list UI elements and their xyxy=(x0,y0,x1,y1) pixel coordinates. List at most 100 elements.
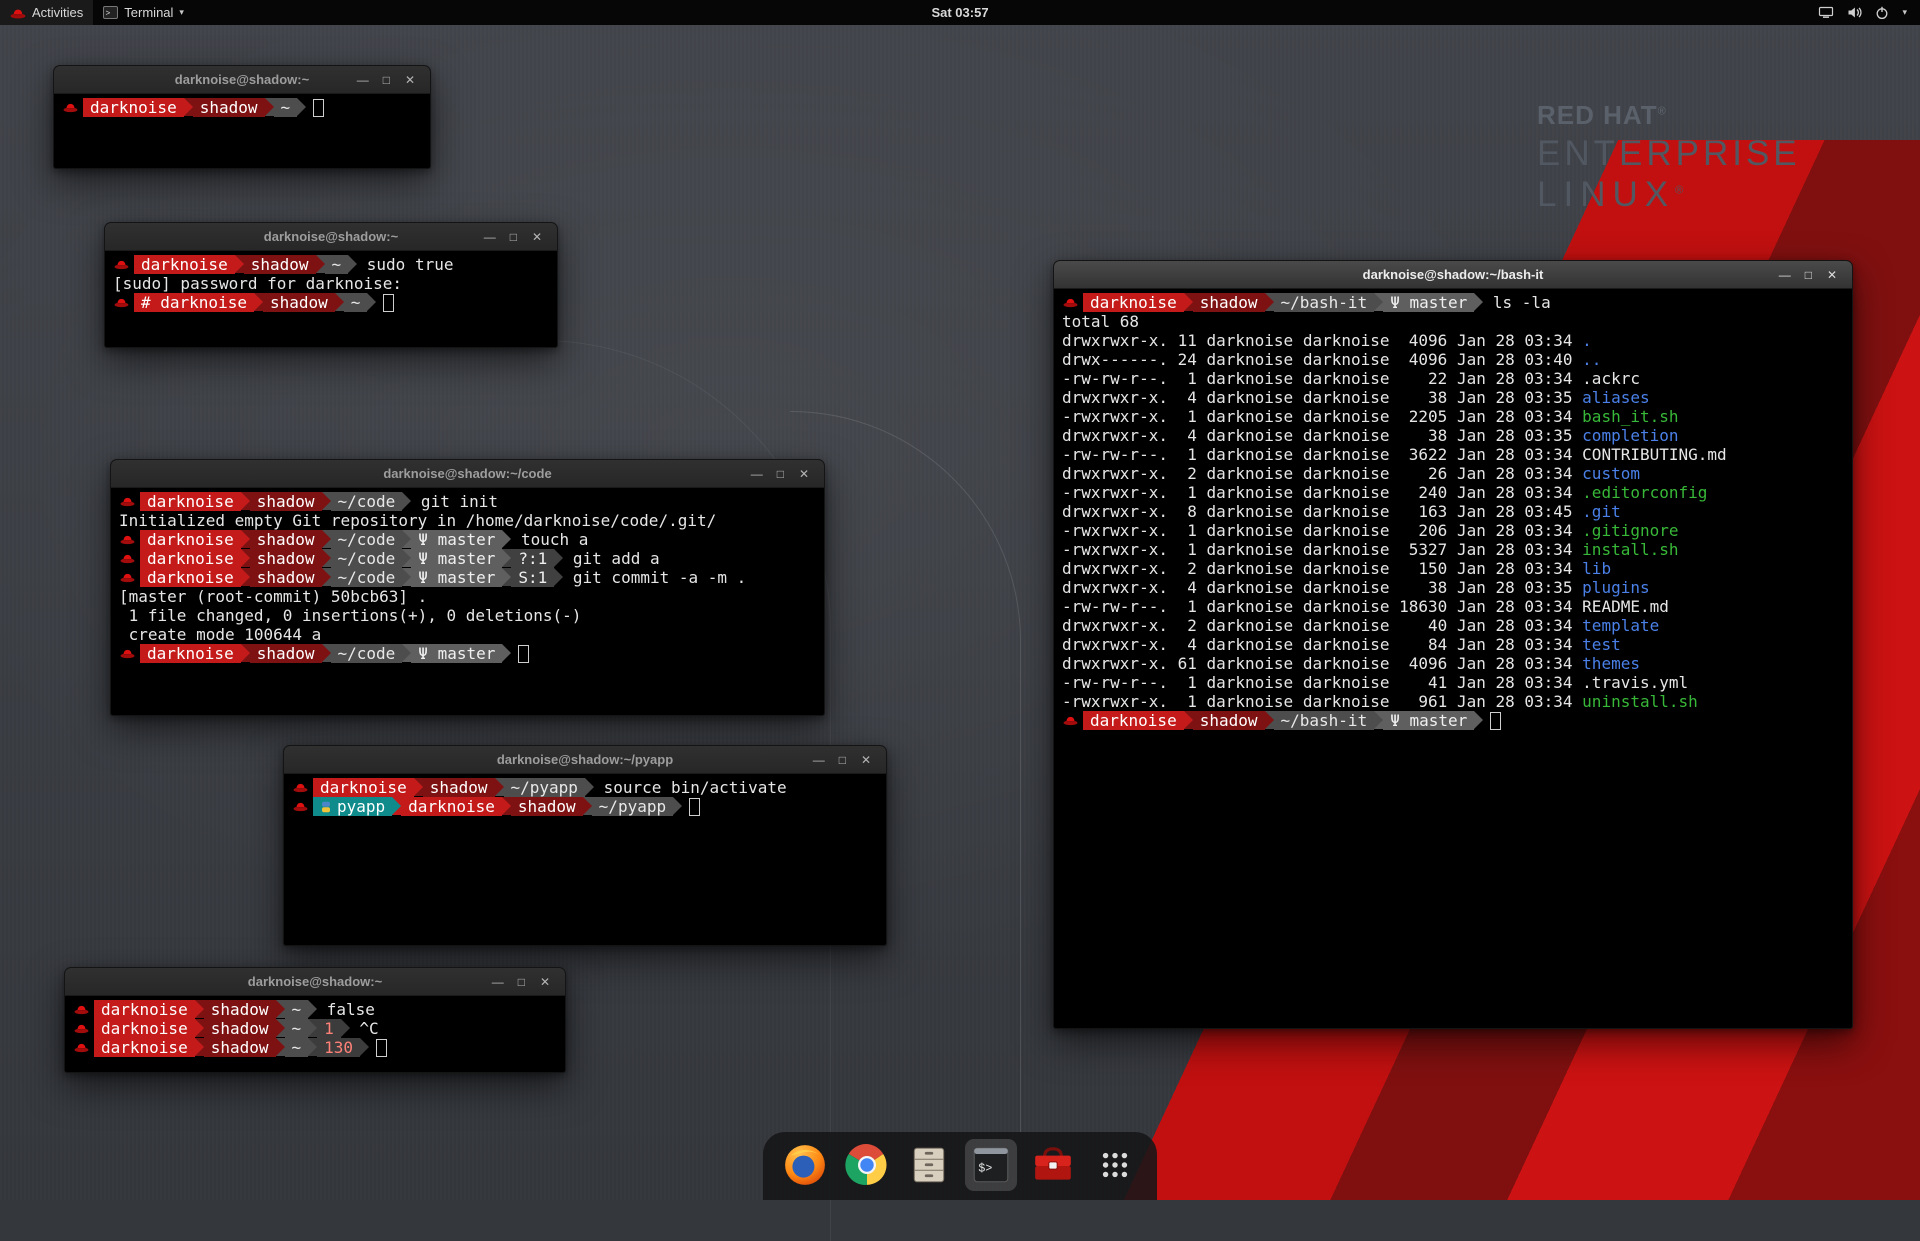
command-text: sudo true xyxy=(357,255,453,274)
redhat-prompt-icon xyxy=(120,647,135,659)
minimize-button[interactable]: — xyxy=(353,67,373,94)
powerline-arrow xyxy=(254,293,263,311)
minimize-button[interactable]: — xyxy=(809,747,829,774)
minimize-button[interactable]: — xyxy=(747,461,767,488)
file-name: plugins xyxy=(1582,578,1649,597)
close-button[interactable]: ✕ xyxy=(400,67,420,94)
dock-chrome[interactable] xyxy=(841,1139,893,1191)
powerline-arrow xyxy=(1265,293,1274,311)
prompt-segment-path: ~/code xyxy=(331,568,403,587)
powerline-arrow xyxy=(322,644,331,662)
terminal-line: drwxrwxr-x. 61 darknoise darknoise 4096 … xyxy=(1062,654,1844,673)
svg-text:$>: $> xyxy=(978,1162,992,1175)
powerline-arrow xyxy=(1474,711,1483,729)
file-name: .git xyxy=(1582,502,1621,521)
terminal-window-home-2: darknoise@shadow:~ — □ ✕ darknoiseshadow… xyxy=(64,967,566,1073)
terminal-cursor xyxy=(313,99,324,117)
maximize-button[interactable]: □ xyxy=(770,461,790,488)
terminal-window-home-1: darknoise@shadow:~ — □ ✕ darknoiseshadow… xyxy=(53,65,431,169)
window-titlebar[interactable]: darknoise@shadow:~/code — □ ✕ xyxy=(111,460,824,488)
terminal-content[interactable]: darknoiseshadow~/code git initInitialize… xyxy=(112,488,823,714)
window-title: darknoise@shadow:~ xyxy=(175,72,309,87)
prompt-segment-host: shadow xyxy=(263,293,335,312)
dock-show-applications[interactable] xyxy=(1089,1139,1141,1191)
terminal-cursor xyxy=(1490,712,1501,730)
window-titlebar[interactable]: darknoise@shadow:~ — □ ✕ xyxy=(105,223,557,251)
clock[interactable]: Sat 03:57 xyxy=(931,5,988,20)
terminal-content[interactable]: darknoiseshadow~ xyxy=(55,94,429,167)
terminal-line: darknoiseshadow~/code git init xyxy=(119,492,816,511)
minimize-button[interactable]: — xyxy=(1775,262,1795,289)
prompt-segment-git: Ψ master xyxy=(411,530,502,549)
terminal-line: -rwxrwxr-x. 1 darknoise darknoise 961 Ja… xyxy=(1062,692,1844,711)
terminal-content[interactable]: darknoiseshadow~/pyapp source bin/activa… xyxy=(285,774,885,944)
dock-toolbox[interactable] xyxy=(1027,1139,1079,1191)
display-icon xyxy=(1818,6,1834,19)
close-button[interactable]: ✕ xyxy=(856,747,876,774)
firefox-icon xyxy=(783,1143,827,1187)
dock-terminal[interactable]: $> xyxy=(965,1139,1017,1191)
close-button[interactable]: ✕ xyxy=(1822,262,1842,289)
terminal-line: drwxrwxr-x. 8 darknoise darknoise 163 Ja… xyxy=(1062,502,1844,521)
powerline-arrow xyxy=(1184,711,1193,729)
window-controls: — □ ✕ xyxy=(488,968,555,996)
terminal-line: # darknoiseshadow~ xyxy=(113,293,549,312)
prompt-segment-git: Ψ master xyxy=(1383,293,1474,312)
close-button[interactable]: ✕ xyxy=(794,461,814,488)
maximize-button[interactable]: □ xyxy=(832,747,852,774)
maximize-button[interactable]: □ xyxy=(511,969,531,996)
file-meta: -rwxrwxr-x. 1 darknoise darknoise 2205 J… xyxy=(1062,407,1582,426)
file-name: .gitignore xyxy=(1582,521,1678,540)
prompt-segment-host: shadow xyxy=(193,98,265,117)
prompt-segment-path: ~ xyxy=(285,1000,309,1019)
close-button[interactable]: ✕ xyxy=(535,969,555,996)
window-titlebar[interactable]: darknoise@shadow:~/bash-it — □ ✕ xyxy=(1054,261,1852,289)
terminal-cursor xyxy=(376,1039,387,1057)
redhat-prompt-icon xyxy=(293,800,308,812)
files-icon xyxy=(907,1143,951,1187)
maximize-button[interactable]: □ xyxy=(1798,262,1818,289)
window-titlebar[interactable]: darknoise@shadow:~ — □ ✕ xyxy=(54,66,430,94)
prompt-segment-user: darknoise xyxy=(1083,711,1184,730)
file-meta: -rw-rw-r--. 1 darknoise darknoise 18630 … xyxy=(1062,597,1582,616)
file-name: README.md xyxy=(1582,597,1669,616)
redhat-prompt-icon xyxy=(1063,296,1078,308)
command-text: ^C xyxy=(350,1019,379,1038)
powerline-arrow xyxy=(241,530,250,548)
maximize-button[interactable]: □ xyxy=(376,67,396,94)
terminal-content[interactable]: darknoiseshadow~/bash-itΨ master ls -lat… xyxy=(1055,289,1851,1027)
output-text: [master (root-commit) 50bcb63] . xyxy=(119,587,427,606)
file-name: template xyxy=(1582,616,1659,635)
prompt-segment-user: darknoise xyxy=(94,1019,195,1038)
window-title: darknoise@shadow:~ xyxy=(264,229,398,244)
close-button[interactable]: ✕ xyxy=(527,224,547,251)
activities-button[interactable]: Activities xyxy=(0,0,93,25)
dock-firefox[interactable] xyxy=(779,1139,831,1191)
powerline-arrow xyxy=(554,549,563,567)
prompt-segment-path: ~/pyapp xyxy=(592,797,673,816)
file-meta: drwxrwxr-x. 8 darknoise darknoise 163 Ja… xyxy=(1062,502,1582,521)
svg-text:>: > xyxy=(106,10,111,19)
terminal-icon: $> xyxy=(969,1143,1013,1187)
minimize-button[interactable]: — xyxy=(480,224,500,251)
terminal-content[interactable]: darknoiseshadow~ sudo true[sudo] passwor… xyxy=(106,251,556,346)
chrome-icon xyxy=(845,1143,889,1187)
system-status-area[interactable]: ▾ xyxy=(1818,0,1920,25)
powerline-arrow xyxy=(402,549,411,567)
minimize-button[interactable]: — xyxy=(488,969,508,996)
prompt-segment-host: shadow xyxy=(204,1000,276,1019)
app-menu-terminal[interactable]: > Terminal ▾ xyxy=(93,0,194,25)
terminal-line: darknoiseshadow~1 ^C xyxy=(73,1019,557,1038)
powerline-arrow xyxy=(265,98,274,116)
prompt-segment-user: darknoise xyxy=(140,530,241,549)
maximize-button[interactable]: □ xyxy=(503,224,523,251)
file-name: lib xyxy=(1582,559,1611,578)
terminal-line: -rw-rw-r--. 1 darknoise darknoise 22 Jan… xyxy=(1062,369,1844,388)
dock-files[interactable] xyxy=(903,1139,955,1191)
window-titlebar[interactable]: darknoise@shadow:~ — □ ✕ xyxy=(65,968,565,996)
terminal-content[interactable]: darknoiseshadow~ false darknoiseshadow~1… xyxy=(66,996,564,1071)
powerline-arrow xyxy=(367,293,376,311)
prompt-segment-host: shadow xyxy=(423,778,495,797)
powerline-arrow xyxy=(502,549,511,567)
window-titlebar[interactable]: darknoise@shadow:~/pyapp — □ ✕ xyxy=(284,746,886,774)
